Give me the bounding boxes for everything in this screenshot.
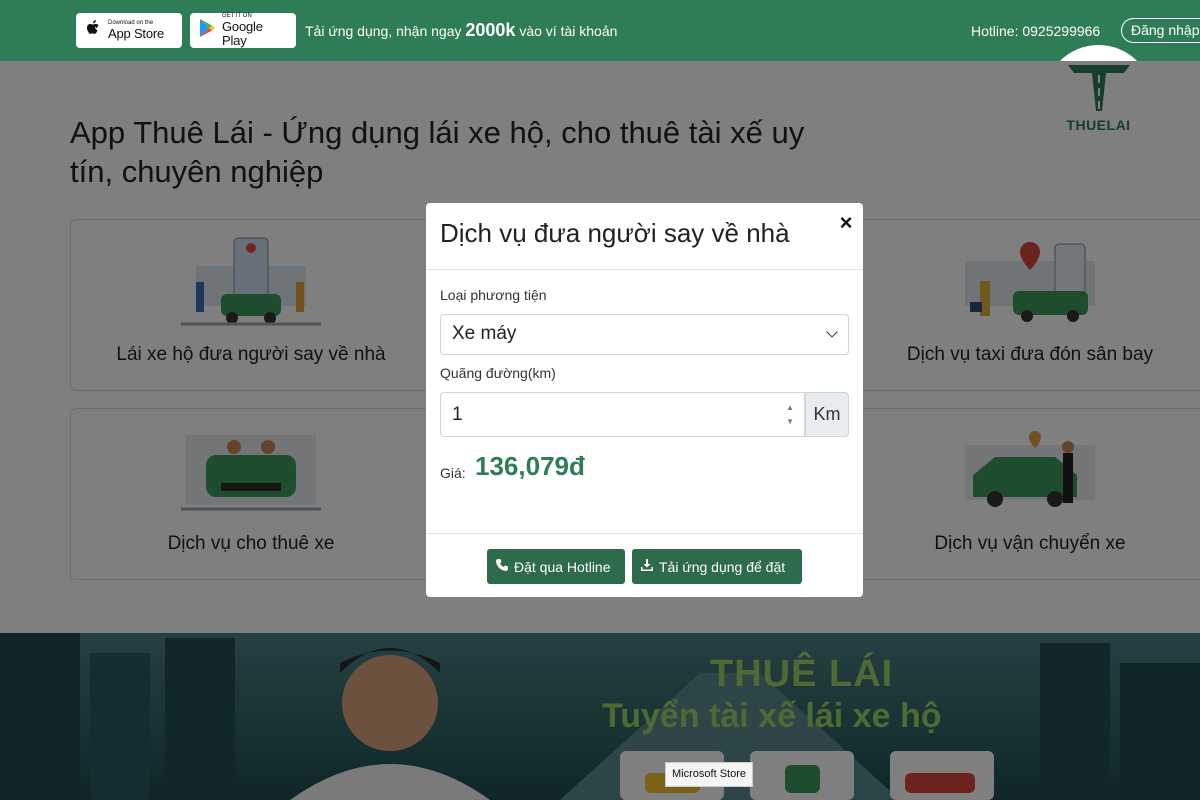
distance-value: 1 [452,404,463,425]
modal-title: Dịch vụ đưa người say về nhà [440,218,790,248]
vehicle-type-label: Loại phương tiện [440,287,547,303]
app-store-badge[interactable]: Download on the App Store [76,13,182,48]
apple-icon [84,18,102,43]
close-icon[interactable]: × [835,212,857,234]
phone-icon [495,558,509,575]
distance-unit: Km [805,392,849,437]
promo-prefix: Tải ứng dụng, nhận ngay [305,23,462,39]
login-button[interactable]: Đăng nhập [1121,18,1200,43]
chevron-down-icon [826,326,838,338]
number-spinner-icon[interactable]: ▲ ▼ [786,401,794,429]
promo-suffix: vào ví tài khoản [519,23,618,39]
download-icon [640,558,654,575]
distance-label: Quãng đường(km) [440,365,556,381]
app-store-large-text: App Store [108,26,165,41]
book-via-hotline-label: Đặt qua Hotline [514,558,611,575]
promo-amount: 2000k [465,20,516,40]
price-label: Giá: [440,465,466,481]
price-value: 136,079đ [475,451,585,481]
microsoft-store-tooltip: Microsoft Store [665,762,753,787]
download-app-label: Tải ứng dụng để đặt [659,558,786,575]
download-app-button[interactable]: Tải ứng dụng để đặt [632,549,802,584]
vehicle-type-value: Xe máy [452,323,517,344]
book-via-hotline-button[interactable]: Đặt qua Hotline [487,549,625,584]
service-modal: Dịch vụ đưa người say về nhà × Loại phươ… [426,203,863,597]
modal-footer: Đặt qua Hotline Tải ứng dụng để đặt [426,533,863,597]
modal-header: Dịch vụ đưa người say về nhà × [426,203,863,270]
google-play-large-text: Google Play [222,19,263,48]
hotline-text[interactable]: Hotline: 0925299966 [971,23,1100,39]
promo-text: Tải ứng dụng, nhận ngay 2000k vào ví tài… [305,20,617,41]
google-play-badge[interactable]: GET IT ON Google Play [190,13,296,48]
distance-input[interactable]: 1 ▲ ▼ [440,392,805,437]
top-bar: Download on the App Store GET IT ON Goog… [0,0,1200,61]
vehicle-type-select[interactable]: Xe máy [440,314,849,355]
google-play-icon [198,18,216,43]
